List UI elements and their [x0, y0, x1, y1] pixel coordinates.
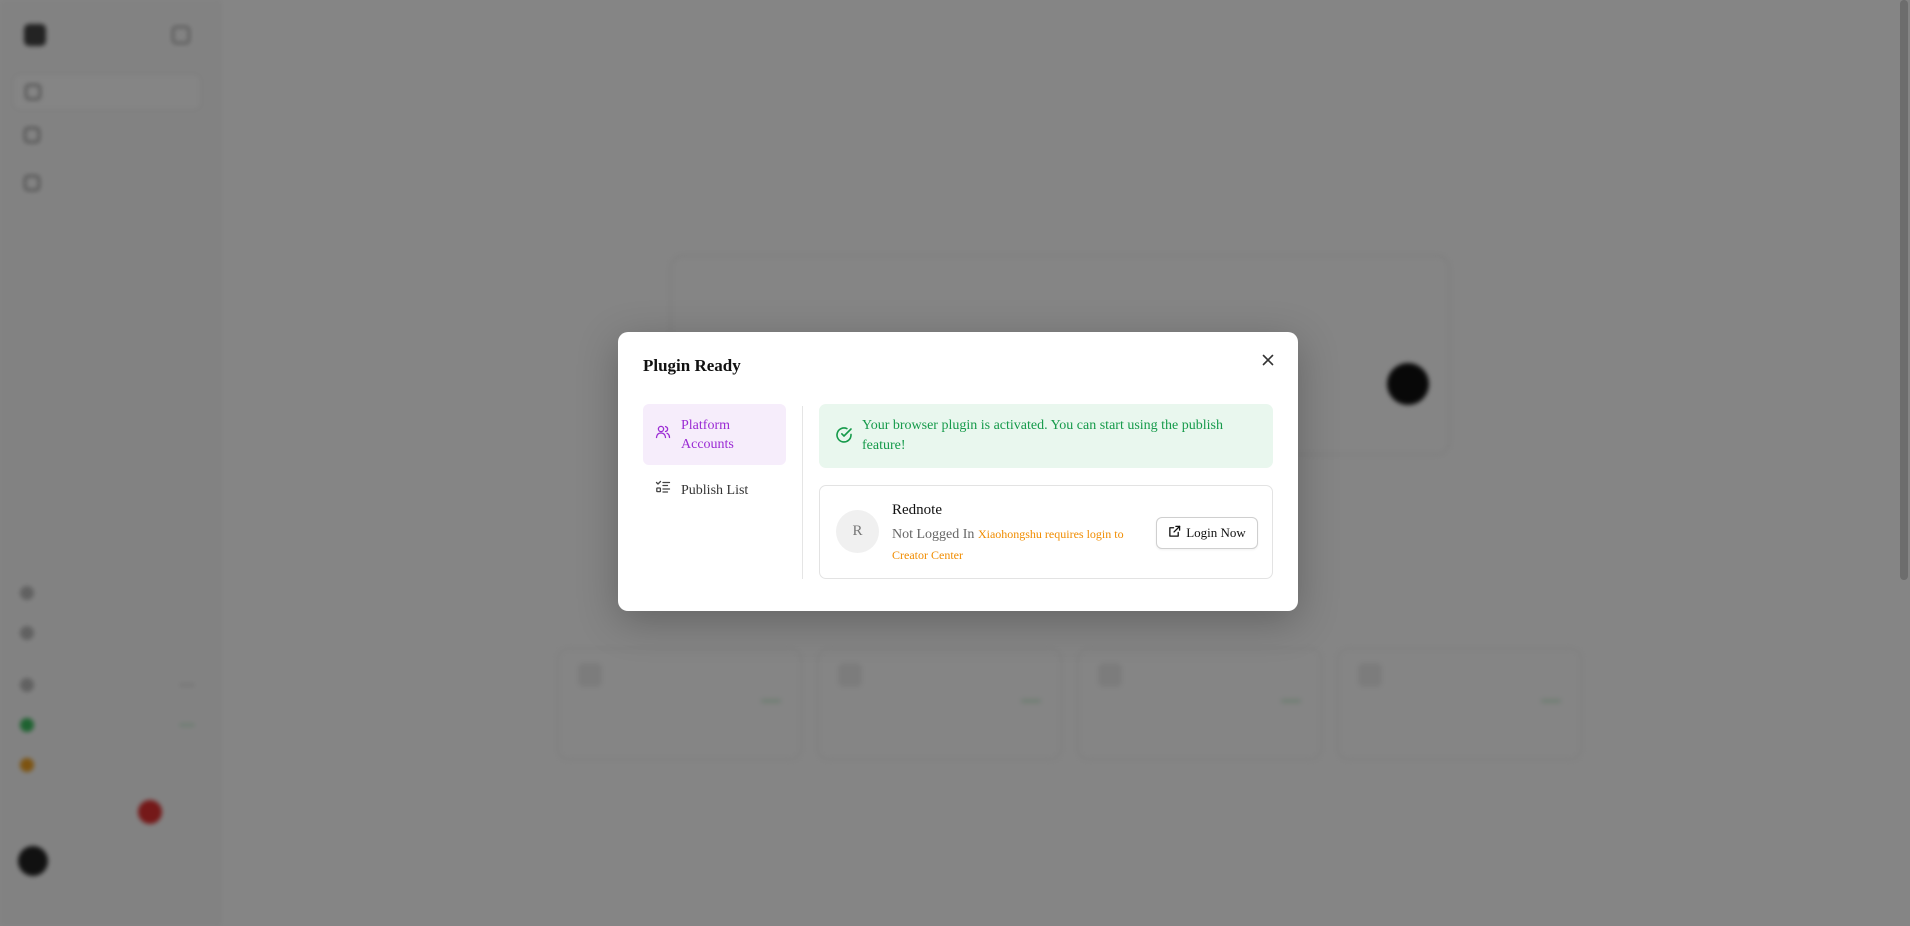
- nav-label: Publish List: [681, 482, 749, 498]
- account-name: Rednote: [892, 502, 942, 518]
- users-icon: [655, 424, 671, 446]
- plugin-ready-dialog: Plugin Ready Platform Accounts Publish L…: [618, 332, 1298, 611]
- page-scrollbar[interactable]: [1900, 0, 1908, 580]
- account-status: Not Logged In Xiaohongshu requires login…: [892, 524, 1132, 566]
- login-button-label: Login Now: [1186, 525, 1246, 540]
- account-avatar: R: [836, 510, 879, 553]
- list-checks-icon: [655, 479, 671, 501]
- alert-message: Your browser plugin is activated. You ca…: [862, 418, 1223, 453]
- nav-publish-list[interactable]: Publish List: [643, 470, 786, 510]
- login-status: Not Logged In: [892, 527, 975, 542]
- login-now-button[interactable]: Login Now: [1156, 517, 1258, 549]
- dialog-title: Plugin Ready: [643, 356, 741, 375]
- close-icon[interactable]: [1260, 352, 1276, 368]
- nav-platform-accounts[interactable]: Platform Accounts: [643, 404, 786, 465]
- divider: [802, 406, 803, 579]
- check-circle-icon: [835, 426, 853, 449]
- dialog-nav: Platform Accounts Publish List: [643, 404, 786, 510]
- external-link-icon: [1168, 525, 1181, 542]
- platform-account-card: R Rednote Not Logged In Xiaohongshu requ…: [819, 485, 1273, 579]
- plugin-activated-alert: Your browser plugin is activated. You ca…: [819, 404, 1273, 468]
- nav-label: Platform Accounts: [681, 417, 734, 452]
